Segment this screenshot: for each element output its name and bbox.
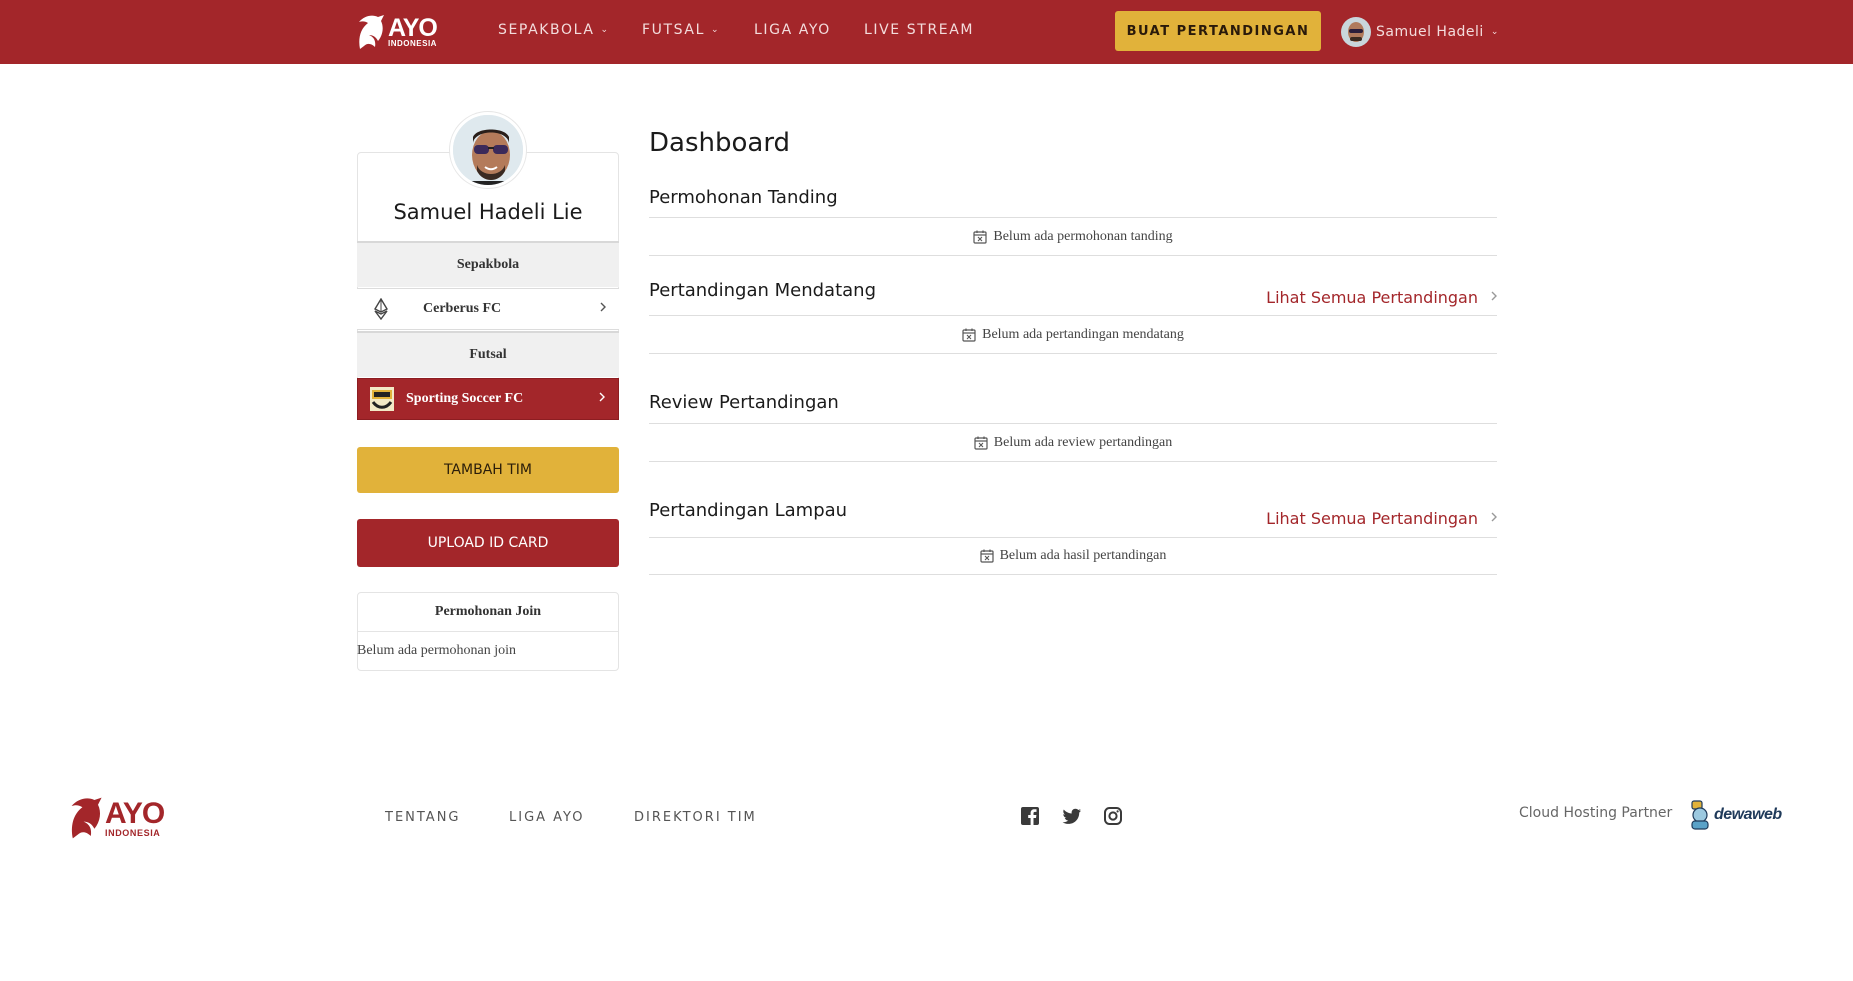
chevron-down-icon: ⌄	[600, 25, 610, 35]
empty-state-text: Belum ada pertandingan mendatang	[982, 327, 1184, 342]
view-all-matches-link[interactable]: Lihat Semua Pertandingan	[1266, 288, 1498, 307]
facebook-icon[interactable]	[1020, 806, 1040, 826]
empty-state-text: Belum ada hasil pertandingan	[999, 548, 1167, 563]
upload-id-card-button[interactable]: UPLOAD ID CARD	[357, 519, 619, 567]
empty-state: Belum ada pertandingan mendatang	[649, 326, 1497, 344]
logo-subtext: INDONESIA	[388, 39, 437, 48]
chevron-down-icon: ⌄	[1490, 27, 1499, 37]
team-item-sporting-soccer-fc[interactable]: Sporting Soccer FC	[357, 378, 619, 420]
chevron-right-icon	[598, 391, 606, 407]
empty-state-text: Belum ada permohonan tanding	[993, 229, 1173, 244]
section-title-permohonan-tanding: Permohonan Tanding	[649, 187, 838, 208]
footer-link-direktori-tim[interactable]: DIREKTORI TIM	[634, 810, 757, 825]
join-requests-title: Permohonan Join	[357, 592, 619, 632]
chevron-down-icon: ⌄	[710, 25, 721, 35]
hosting-partner-label: Cloud Hosting Partner	[1519, 805, 1673, 821]
divider	[649, 353, 1497, 354]
section-title-review-pertandingan: Review Pertandingan	[649, 392, 839, 413]
section-title-pertandingan-lampau: Pertandingan Lampau	[649, 500, 848, 521]
nav-item-label: FUTSAL	[642, 22, 705, 38]
dewaweb-logo[interactable]: dewaweb	[1688, 799, 1782, 831]
calendar-x-icon	[979, 549, 994, 563]
divider	[649, 315, 1497, 316]
nav-item-liga-ayo[interactable]: LIGA AYO	[754, 22, 831, 38]
user-name: Samuel Hadeli	[1376, 24, 1484, 40]
twitter-icon[interactable]	[1062, 806, 1082, 826]
chevron-right-icon	[1490, 290, 1498, 306]
add-team-button[interactable]: TAMBAH TIM	[357, 447, 619, 493]
chevron-right-icon	[599, 301, 607, 317]
team-item-cerberus-fc[interactable]: Cerberus FC	[357, 288, 619, 330]
create-match-button[interactable]: BUAT PERTANDINGAN	[1115, 11, 1321, 51]
divider	[649, 537, 1497, 538]
profile-name: Samuel Hadeli Lie	[393, 200, 583, 224]
eagle-logo-icon	[71, 797, 102, 839]
page-title: Dashboard	[649, 128, 791, 158]
nav-item-label: LIGA AYO	[754, 22, 831, 38]
footer-logo[interactable]: AYO INDONESIA	[68, 795, 165, 841]
ssfc-badge-icon	[370, 387, 394, 411]
logo-subtext: INDONESIA	[105, 827, 161, 838]
calendar-x-icon	[962, 328, 976, 342]
divider	[649, 574, 1497, 575]
nav-item-live-stream[interactable]: LIVE STREAM	[864, 22, 974, 38]
profile-avatar	[450, 112, 526, 188]
divider	[649, 461, 1497, 462]
ethereum-diamond-icon	[369, 297, 393, 321]
empty-state: Belum ada review pertandingan	[649, 434, 1497, 452]
section-title-pertandingan-mendatang: Pertandingan Mendatang	[649, 280, 876, 301]
ayo-logo[interactable]: AYO INDONESIA	[356, 12, 438, 52]
top-navbar: AYO INDONESIA SEPAKBOLA ⌄ FUTSAL ⌄ LIGA …	[0, 0, 1853, 64]
logo-text: AYO	[105, 796, 165, 830]
team-name: Sporting Soccer FC	[406, 391, 524, 406]
team-name: Cerberus FC	[423, 301, 502, 316]
partner-name: dewaweb	[1714, 806, 1782, 823]
calendar-x-icon	[974, 436, 988, 450]
nav-item-futsal[interactable]: FUTSAL ⌄	[642, 22, 720, 38]
divider	[649, 217, 1497, 218]
nav-item-label: LIVE STREAM	[864, 22, 975, 38]
chevron-right-icon	[1490, 511, 1498, 527]
calendar-x-icon	[973, 230, 987, 244]
link-label: Lihat Semua Pertandingan	[1266, 288, 1478, 307]
join-requests-empty: Belum ada permohonan join	[357, 643, 517, 658]
divider	[649, 255, 1497, 256]
empty-state: Belum ada permohonan tanding	[649, 228, 1497, 246]
category-header-sepakbola: Sepakbola	[357, 241, 619, 287]
link-label: Lihat Semua Pertandingan	[1266, 509, 1478, 528]
logo-text: AYO	[388, 14, 438, 42]
footer-link-tentang[interactable]: TENTANG	[385, 810, 461, 825]
empty-state-text: Belum ada review pertandingan	[993, 435, 1173, 450]
user-menu[interactable]: Samuel Hadeli ⌄	[1341, 17, 1499, 47]
eagle-logo-icon	[359, 15, 384, 49]
instagram-icon[interactable]	[1103, 806, 1123, 826]
nav-item-sepakbola[interactable]: SEPAKBOLA ⌄	[498, 22, 610, 38]
avatar	[1341, 17, 1371, 47]
dewaweb-mascot-icon	[1691, 800, 1709, 830]
category-header-futsal: Futsal	[357, 331, 619, 377]
divider	[649, 423, 1497, 424]
footer-link-liga-ayo[interactable]: LIGA AYO	[509, 810, 585, 825]
empty-state: Belum ada hasil pertandingan	[649, 547, 1497, 565]
view-all-matches-link[interactable]: Lihat Semua Pertandingan	[1266, 509, 1498, 528]
nav-item-label: SEPAKBOLA	[498, 22, 595, 38]
